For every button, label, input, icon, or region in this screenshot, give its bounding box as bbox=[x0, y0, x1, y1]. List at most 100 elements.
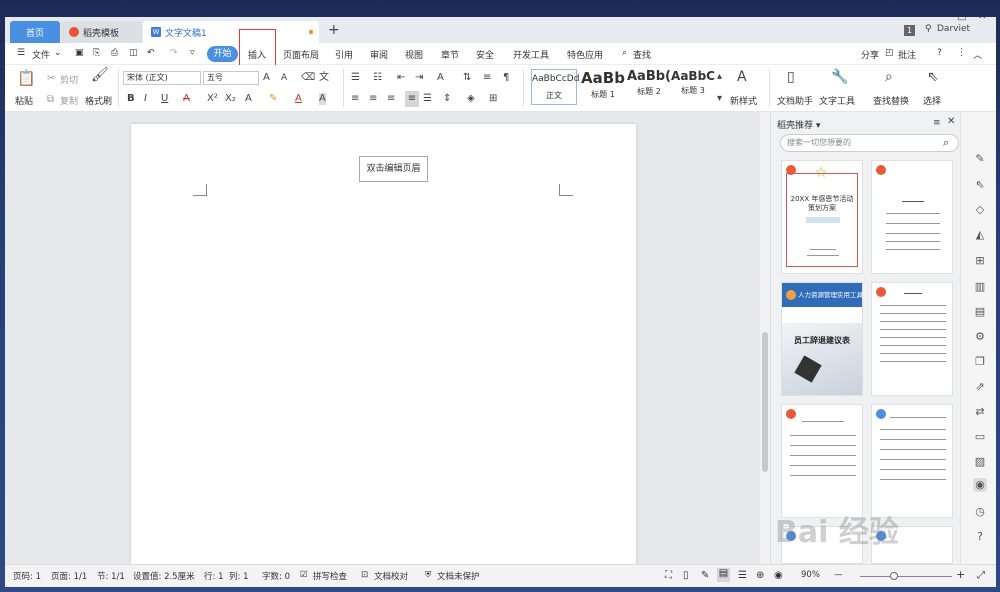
docer-recommend-icon[interactable]: ◉ bbox=[973, 478, 987, 492]
styles-scroll-up-icon[interactable]: ▴ bbox=[717, 71, 722, 83]
paragraph-spacing-icon[interactable]: ⇕ bbox=[443, 93, 451, 105]
panel-close-icon[interactable]: ✕ bbox=[947, 116, 955, 128]
scrollbar-thumb[interactable] bbox=[762, 332, 768, 472]
layout-icon[interactable]: ▥ bbox=[973, 280, 987, 294]
borders-icon[interactable]: ⊞ bbox=[489, 93, 497, 105]
numbered-list-icon[interactable]: ☷ bbox=[373, 72, 382, 84]
help-button[interactable]: ? bbox=[937, 48, 942, 58]
spellcheck-button[interactable]: 拼写检查 bbox=[313, 570, 347, 582]
text-direction-icon[interactable]: A bbox=[437, 72, 444, 84]
decrease-indent-icon[interactable]: ⇤ bbox=[397, 72, 405, 84]
close-button[interactable]: ✕ bbox=[978, 17, 986, 22]
fit-window-icon[interactable]: ⤢ bbox=[977, 570, 985, 581]
style-heading3[interactable]: AaBbC 标题 3 bbox=[671, 69, 715, 105]
style-normal[interactable]: AaBbCcDd 正文 bbox=[531, 69, 579, 105]
collapse-ribbon-icon[interactable]: ︿ bbox=[973, 48, 982, 61]
bold-icon[interactable]: B bbox=[127, 93, 135, 105]
text-tools-button[interactable]: 文字工具 bbox=[819, 94, 855, 107]
zoom-slider-knob[interactable] bbox=[890, 572, 898, 580]
styles-more-icon[interactable]: ▾ bbox=[717, 93, 722, 105]
select-button[interactable]: 选择 bbox=[923, 94, 941, 107]
edit-header-hint[interactable]: 双击编辑页眉 bbox=[359, 156, 428, 182]
menu-share[interactable]: 分享 bbox=[861, 48, 879, 61]
search-icon[interactable]: ⌕ bbox=[622, 48, 627, 58]
template-card-5[interactable] bbox=[781, 404, 863, 518]
proofread-icon[interactable]: ⊡ bbox=[361, 570, 368, 580]
window-badge[interactable]: 1 bbox=[904, 25, 915, 36]
doc-assistant-button[interactable]: 文档助手 bbox=[777, 94, 813, 107]
zoom-in-button[interactable]: + bbox=[956, 568, 965, 581]
menu-security[interactable]: 安全 bbox=[476, 48, 494, 61]
export-icon[interactable]: ⎘ bbox=[93, 48, 100, 58]
style-heading1[interactable]: AaBb 标题 1 bbox=[579, 69, 627, 105]
char-shading-icon[interactable]: A bbox=[319, 93, 326, 105]
document-area[interactable]: 双击编辑页眉 bbox=[5, 112, 760, 564]
redo-icon[interactable]: ↷ bbox=[170, 48, 178, 58]
minimize-button[interactable]: — bbox=[935, 17, 945, 22]
cut-icon[interactable]: ✂ bbox=[47, 73, 55, 85]
menu-layout[interactable]: 页面布局 bbox=[283, 48, 319, 61]
help-icon[interactable]: ? bbox=[973, 530, 987, 544]
zoom-out-button[interactable]: — bbox=[834, 570, 843, 580]
underline-icon[interactable]: U bbox=[161, 93, 168, 105]
font-color-icon[interactable]: A bbox=[295, 93, 302, 105]
find-replace-icon[interactable]: ⌕ bbox=[885, 70, 893, 84]
user-avatar-icon[interactable]: ⚲ bbox=[925, 24, 932, 34]
history-icon[interactable]: ◷ bbox=[973, 505, 987, 519]
menu-special[interactable]: 特色应用 bbox=[567, 48, 603, 61]
table-icon[interactable]: ⊞ bbox=[973, 254, 987, 268]
style-heading2[interactable]: AaBb( 标题 2 bbox=[627, 69, 671, 105]
panel-search-input[interactable]: 搜索一切您想要的 bbox=[780, 134, 959, 152]
align-left-icon[interactable]: ≡ bbox=[351, 93, 359, 105]
save-icon[interactable]: ▣ bbox=[75, 48, 84, 58]
more-icon[interactable]: ⋮ bbox=[957, 48, 966, 58]
italic-icon[interactable]: I bbox=[144, 93, 147, 105]
panel-menu-icon[interactable]: ≡ bbox=[933, 117, 941, 129]
new-tab-button[interactable]: + bbox=[328, 22, 340, 38]
settings-sliders-icon[interactable]: ⚙ bbox=[973, 330, 987, 344]
menu-search[interactable]: 查找 bbox=[633, 48, 651, 61]
image-icon[interactable]: ▨ bbox=[973, 455, 987, 469]
font-size-select[interactable]: 五号 bbox=[203, 71, 259, 85]
copy-button[interactable]: 复制 bbox=[60, 94, 78, 107]
page-view-icon[interactable]: ▤ bbox=[717, 568, 730, 582]
format-painter-button[interactable]: 格式刷 bbox=[85, 94, 112, 107]
template-card-1[interactable]: ☆ 20XX 年感恩节活动策划方案 bbox=[781, 160, 863, 274]
tab-home[interactable]: 首页 bbox=[10, 21, 60, 43]
grow-font-icon[interactable]: A bbox=[263, 72, 270, 84]
subscript-icon[interactable]: X₂ bbox=[225, 93, 236, 105]
strikethrough-icon[interactable]: A bbox=[183, 93, 190, 105]
fullscreen-icon[interactable]: ⛶ bbox=[665, 570, 672, 581]
web-view-icon[interactable]: ⊕ bbox=[756, 570, 764, 581]
menu-view[interactable]: 视图 bbox=[405, 48, 423, 61]
clear-format-icon[interactable]: ⌫ bbox=[301, 72, 315, 84]
user-name[interactable]: Darviet bbox=[937, 24, 970, 34]
shield-icon[interactable]: ⛨ bbox=[425, 570, 431, 580]
undo-icon[interactable]: ↶ bbox=[147, 48, 155, 58]
menu-icon[interactable]: ☰ bbox=[17, 48, 25, 58]
proofread-button[interactable]: 文档校对 bbox=[374, 570, 408, 582]
shading-icon[interactable]: ◈ bbox=[467, 93, 475, 105]
template-card-2[interactable] bbox=[871, 160, 953, 274]
sort-icon[interactable]: ⇅ bbox=[463, 72, 471, 84]
chart-icon[interactable]: ▤ bbox=[973, 305, 987, 319]
zoom-slider[interactable] bbox=[860, 576, 952, 577]
panel-search-icon[interactable]: ⌕ bbox=[943, 137, 949, 149]
menu-section[interactable]: 章节 bbox=[441, 48, 459, 61]
select-cursor-icon[interactable]: ⇖ bbox=[927, 70, 939, 84]
copy-icon[interactable]: ⧉ bbox=[47, 94, 54, 106]
tab-document[interactable]: W 文字文稿1 bbox=[143, 21, 319, 43]
cut-button[interactable]: 剪切 bbox=[60, 73, 78, 86]
write-mode-icon[interactable]: ✎ bbox=[701, 570, 709, 581]
quick-access-dropdown-icon[interactable]: ▿ bbox=[190, 48, 195, 58]
shapes-icon[interactable]: ◇ bbox=[973, 203, 987, 217]
status-words[interactable]: 字数: 0 bbox=[262, 570, 290, 582]
shrink-font-icon[interactable]: A bbox=[281, 72, 287, 84]
font-name-select[interactable]: 宋体 (正文) bbox=[123, 71, 201, 85]
cursor-icon[interactable]: ⇖ bbox=[973, 178, 987, 192]
document-page[interactable]: 双击编辑页眉 bbox=[131, 124, 636, 564]
justify-icon[interactable]: ≡ bbox=[405, 91, 419, 107]
eye-protect-icon[interactable]: ◉ bbox=[774, 570, 783, 581]
new-style-button[interactable]: 新样式 bbox=[730, 94, 757, 107]
pen-icon[interactable]: ✎ bbox=[973, 152, 987, 166]
